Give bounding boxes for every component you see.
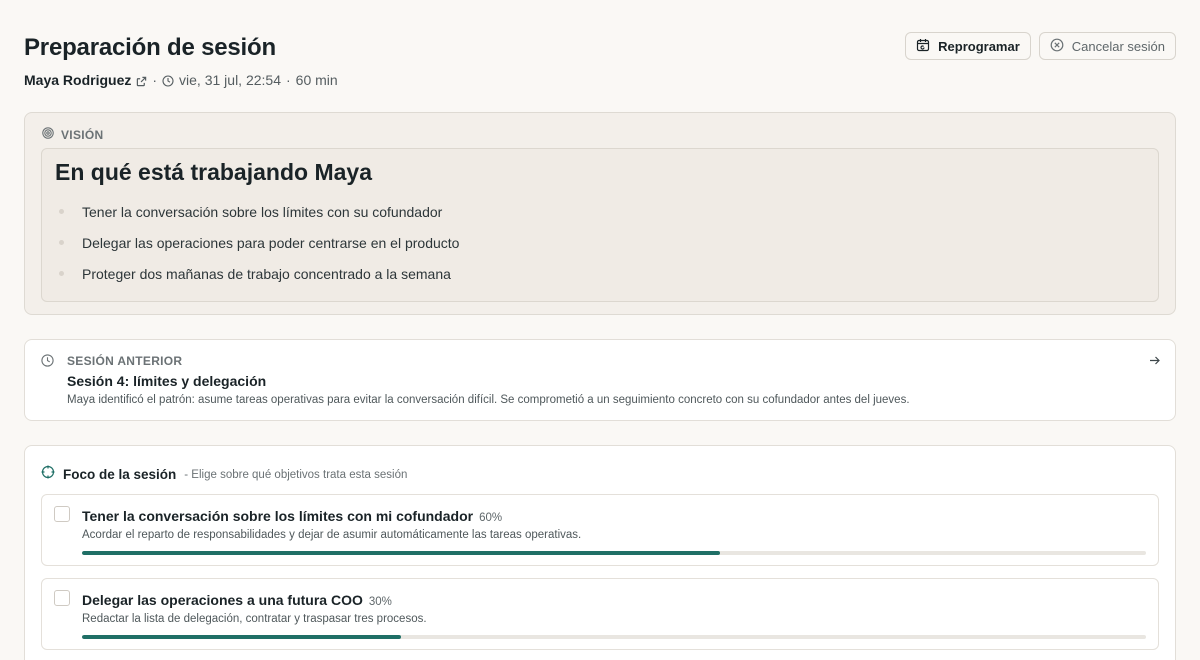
goal-title-row: Tener la conversación sobre los límites …	[82, 508, 502, 524]
goal-progress-bar	[82, 635, 1146, 639]
cancel-session-button[interactable]: Cancelar sesión	[1038, 32, 1176, 60]
external-link-icon[interactable]	[136, 72, 147, 88]
previous-session-title: Sesión 4: límites y delegación	[67, 373, 267, 389]
goal-title: Tener la conversación sobre los límites …	[82, 508, 474, 524]
goal-title-row: Delegar las operaciones a una futura COO…	[82, 592, 392, 608]
reschedule-label: Reprogramar	[938, 38, 1020, 54]
goal-description: Acordar el reparto de responsabilidades …	[82, 529, 582, 541]
calendar-icon	[916, 38, 930, 55]
goal-percent: 30%	[368, 596, 392, 608]
cancel-circle-icon	[1050, 38, 1064, 55]
previous-session-card[interactable]: SESIÓN ANTERIOR Sesión 4: límites y dele…	[24, 339, 1176, 421]
session-duration: 60 min	[295, 72, 338, 88]
arrow-right-icon[interactable]	[1148, 354, 1161, 372]
focus-subtitle: - Elige sobre qué objetivos trata esta s…	[184, 468, 408, 481]
session-header: Preparación de sesión Maya Rodriguez · v…	[24, 32, 1176, 94]
vision-item: Delegar las operaciones para poder centr…	[55, 227, 1145, 258]
target-icon	[42, 127, 54, 142]
previous-session-label: SESIÓN ANTERIOR	[67, 354, 183, 368]
client-name-link[interactable]: Maya Rodriguez	[24, 72, 131, 88]
previous-session-summary: Maya identificó el patrón: asume tareas …	[67, 394, 910, 406]
vision-label: VISIÓN	[61, 127, 104, 142]
meta-separator: ·	[152, 72, 158, 88]
header-actions: Reprogramar Cancelar sesión	[905, 32, 1176, 60]
vision-title: En qué está trabajando Maya	[55, 159, 372, 185]
cancel-label: Cancelar sesión	[1071, 38, 1165, 54]
vision-list: Tener la conversación sobre los límites …	[55, 196, 1145, 289]
session-datetime: vie, 31 jul, 22:54	[179, 72, 281, 88]
goal-title: Delegar las operaciones a una futura COO	[82, 592, 363, 608]
focus-title: Foco de la sesión	[63, 467, 177, 482]
vision-section-label: VISIÓN	[42, 127, 103, 142]
clock-icon	[162, 72, 174, 88]
vision-content: En qué está trabajando Maya Tener la con…	[41, 148, 1159, 302]
goal-checkbox[interactable]	[54, 506, 70, 522]
history-clock-icon	[41, 354, 54, 372]
vision-card: VISIÓN En qué está trabajando Maya Tener…	[24, 112, 1176, 315]
vision-item: Proteger dos mañanas de trabajo concentr…	[55, 258, 1145, 289]
goal-item[interactable]: Tener la conversación sobre los límites …	[41, 494, 1159, 566]
goal-progress-fill	[82, 551, 721, 555]
reschedule-button[interactable]: Reprogramar	[905, 32, 1031, 60]
goal-item[interactable]: Delegar las operaciones a una futura COO…	[41, 578, 1159, 650]
focus-header: Foco de la sesión - Elige sobre qué obje…	[41, 465, 407, 484]
meta-separator: ·	[286, 72, 291, 88]
crosshair-icon	[41, 465, 55, 484]
goal-progress-fill	[82, 635, 402, 639]
goal-description: Redactar la lista de delegación, contrat…	[82, 613, 427, 625]
goal-checkbox[interactable]	[54, 590, 70, 606]
vision-item: Tener la conversación sobre los límites …	[55, 196, 1145, 227]
session-meta: Maya Rodriguez · vie, 31 jul, 22:54 · 60…	[24, 72, 1176, 88]
goal-percent: 60%	[479, 512, 503, 524]
goal-progress-bar	[82, 551, 1146, 555]
session-focus-card: Foco de la sesión - Elige sobre qué obje…	[24, 445, 1176, 660]
